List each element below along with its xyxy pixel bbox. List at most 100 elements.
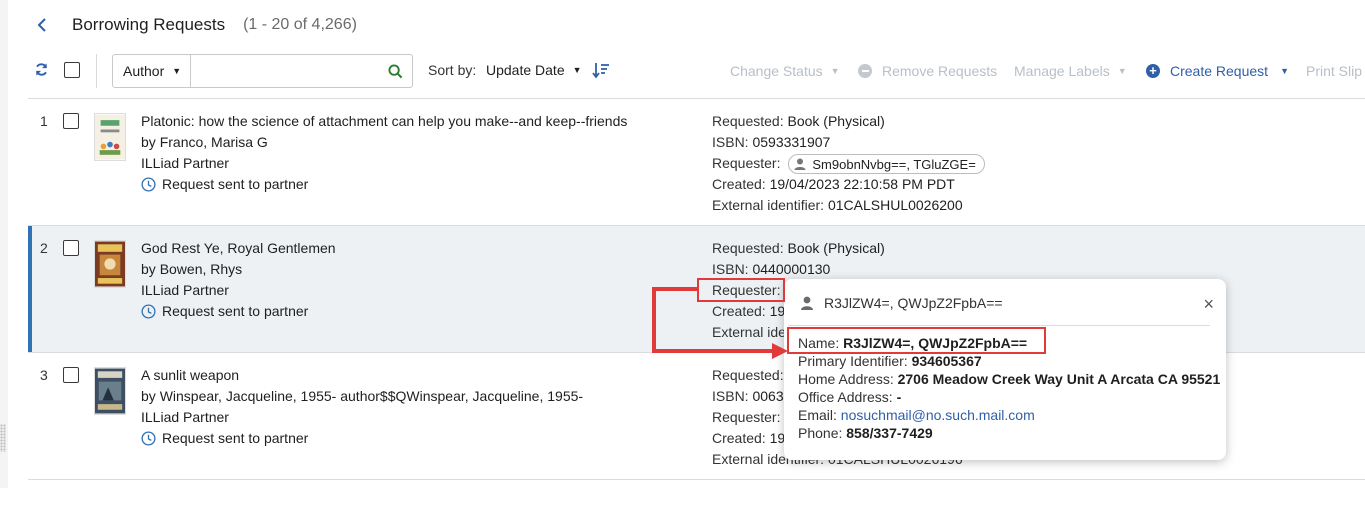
search-icon <box>388 63 403 78</box>
sort-by-dropdown[interactable]: Update Date ▼ <box>486 62 582 78</box>
status: Request sent to partner <box>141 174 627 195</box>
result-count: (1 - 20 of 4,266) <box>243 16 357 33</box>
email-link[interactable]: nosuchmail@no.such.mail.com <box>841 407 1035 423</box>
print-slip-button[interactable]: Print Slip <box>1306 63 1362 79</box>
by-label: by <box>141 134 156 150</box>
requested-label: Requested: <box>712 113 784 129</box>
book-cover-thumbnail <box>94 113 126 161</box>
search-box: Author ▼ <box>112 54 413 88</box>
row-summary: Platonic: how the science of attachment … <box>141 111 627 195</box>
email-label: Email: <box>798 407 837 423</box>
annotation-arrow-line <box>652 349 774 353</box>
book-cover-thumbnail <box>94 240 126 288</box>
manage-labels-label: Manage Labels <box>1014 63 1110 79</box>
annotation-arrow-line <box>652 287 698 291</box>
caret-down-icon: ▼ <box>830 66 840 76</box>
caret-down-icon: ▼ <box>1280 66 1289 76</box>
person-icon <box>794 158 806 171</box>
row-checkbox[interactable] <box>63 367 79 383</box>
requested-value: Book (Physical) <box>787 113 885 129</box>
partner-name: ILLiad Partner <box>141 282 229 298</box>
clock-icon <box>141 431 156 446</box>
requested-label: Requested: <box>712 367 784 383</box>
resize-grip-icon[interactable] <box>0 424 6 452</box>
popup-divider <box>788 325 1210 326</box>
created-value: 19/04/2023 22:10:58 PM PDT <box>769 176 955 193</box>
left-panel-strip <box>0 0 8 488</box>
requester-value: Sm9obnNvbg==, TGluZGE= <box>812 156 976 172</box>
primary-id-label: Primary Identifier: <box>798 353 908 369</box>
isbn-value: 0440000130 <box>752 261 831 277</box>
change-status-button[interactable]: Change Status ▼ <box>730 63 840 79</box>
person-icon <box>801 296 813 310</box>
toolbar: Author ▼ Sort by: Update Date ▼ Change S… <box>28 52 1365 92</box>
popup-header: R3JlZW4=, QWJpZ2FpbA== <box>800 295 1003 311</box>
caret-down-icon: ▼ <box>572 65 582 75</box>
search-field-dropdown[interactable]: Author ▼ <box>113 55 191 87</box>
caret-down-icon: ▼ <box>1117 66 1127 76</box>
created-value: 19 <box>769 430 786 446</box>
home-address-label: Home Address: <box>798 371 894 387</box>
requester-chip[interactable]: Sm9obnNvbg==, TGluZGE= <box>788 154 985 175</box>
office-address-value: - <box>896 389 902 405</box>
created-value: 19 <box>769 303 786 319</box>
page-header: Borrowing Requests (1 - 20 of 4,266) <box>28 10 357 40</box>
external-id-value: 01CALSHUL0026200 <box>827 197 963 214</box>
search-input[interactable] <box>190 63 380 79</box>
row-details: Requested: Book (Physical) ISBN: 0593331… <box>712 111 985 216</box>
clock-icon <box>141 177 156 192</box>
chevron-left-icon <box>37 18 46 32</box>
by-label: by <box>141 261 156 277</box>
isbn-label: ISBN: <box>712 388 749 404</box>
row-summary: God Rest Ye, Royal Gentlemen by Bowen, R… <box>141 238 336 322</box>
requester-label: Requester: <box>712 155 781 171</box>
row-summary: A sunlit weapon by Winspear, Jacqueline,… <box>141 365 583 449</box>
title-link[interactable]: A sunlit weapon <box>141 365 583 386</box>
manage-labels-button[interactable]: Manage Labels ▼ <box>1014 63 1127 79</box>
row-checkbox[interactable] <box>63 113 79 129</box>
select-all-checkbox[interactable] <box>64 62 80 78</box>
partner-name: ILLiad Partner <box>141 409 229 425</box>
close-icon[interactable]: × <box>1203 295 1214 313</box>
office-address-label: Office Address: <box>798 389 893 405</box>
requested-label: Requested: <box>712 240 784 256</box>
popup-title: R3JlZW4=, QWJpZ2FpbA== <box>824 295 1003 311</box>
title-link[interactable]: God Rest Ye, Royal Gentlemen <box>141 238 336 259</box>
back-button[interactable] <box>28 11 56 39</box>
phone-value: 858/337-7429 <box>846 425 933 441</box>
create-request-button[interactable]: + Create Request ▼ <box>1146 63 1289 79</box>
sort-descending-icon <box>592 63 609 79</box>
phone-label: Phone: <box>798 425 843 441</box>
clock-icon <box>141 304 156 319</box>
arrow-head-icon <box>772 343 788 359</box>
list-item: 1 Platonic: how the science of attachmen… <box>28 99 1365 225</box>
external-id-label: External ide <box>712 324 786 340</box>
change-status-label: Change Status <box>730 63 823 79</box>
by-label: by <box>141 388 156 404</box>
refresh-button[interactable] <box>34 62 49 77</box>
row-number: 2 <box>40 240 48 256</box>
external-id-label: External identifier: <box>712 197 825 214</box>
status: Request sent to partner <box>141 428 583 449</box>
row-checkbox[interactable] <box>63 240 79 256</box>
sort-direction-button[interactable] <box>592 61 610 79</box>
create-request-label: Create Request <box>1170 63 1269 79</box>
search-field-label: Author <box>123 63 165 79</box>
requested-value: Book (Physical) <box>787 240 885 256</box>
partner-name: ILLiad Partner <box>141 155 229 171</box>
author: Franco, Marisa G <box>159 134 268 150</box>
row-number: 3 <box>40 367 48 383</box>
name-highlight-box <box>787 327 1046 354</box>
primary-id-value: 934605367 <box>911 353 982 369</box>
print-slip-label: Print Slip <box>1306 63 1363 79</box>
title-link[interactable]: Platonic: how the science of attachment … <box>141 111 627 132</box>
requester-popup: R3JlZW4=, QWJpZ2FpbA== × Name: R3JlZW4=,… <box>784 279 1226 460</box>
annotation-arrow-line <box>652 287 656 353</box>
isbn-label: ISBN: <box>712 134 749 150</box>
remove-requests-button[interactable]: Remove Requests <box>858 63 997 79</box>
sort-value-label: Update Date <box>486 62 565 78</box>
created-label: Created: <box>712 430 766 446</box>
search-button[interactable] <box>380 63 412 79</box>
toolbar-divider <box>96 54 97 88</box>
refresh-icon <box>35 63 48 76</box>
